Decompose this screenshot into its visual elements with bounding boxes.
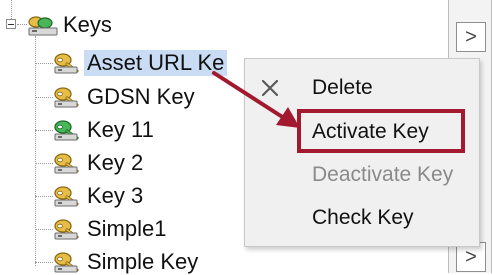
tree-connector (11, 0, 12, 19)
menu-item-label: Check Key (312, 206, 414, 229)
menu-item-activate-key[interactable]: Activate Key (245, 115, 479, 149)
tree-connector (35, 36, 36, 266)
menu-item-label: Activate Key (312, 120, 429, 143)
tree-item-label: Key 2 (87, 149, 144, 175)
menu-item-check-key[interactable]: Check Key (245, 201, 479, 235)
tree-connector (35, 97, 53, 98)
tree-item-label: Simple Key (87, 248, 199, 274)
tree-item-label: Key 3 (87, 182, 144, 208)
tree-item-asset-url-key[interactable]: Asset URL Ke (54, 49, 228, 76)
key-icon (54, 86, 80, 108)
menu-item-delete[interactable]: Delete (245, 71, 479, 105)
tree-item-label: Simple1 (87, 215, 167, 241)
key-icon (54, 52, 80, 74)
tree-connector (17, 24, 27, 25)
key-icon (54, 185, 80, 207)
collapse-toggle[interactable] (6, 19, 16, 29)
tree-item-key-3[interactable]: Key 3 (54, 182, 146, 209)
tree-item-gdsn-key[interactable]: GDSN Key (54, 83, 198, 110)
chevron-right-icon: > (465, 246, 477, 268)
tree-connector (35, 229, 53, 230)
tree-item-simple-key[interactable]: Simple Key (54, 248, 201, 275)
active-key-icon (54, 119, 80, 141)
tree-item-key-2[interactable]: Key 2 (54, 149, 146, 176)
context-menu: Delete Activate Key Deactivate Key Check… (244, 58, 480, 247)
keys-folder-icon (28, 14, 58, 36)
menu-item-label: Delete (312, 76, 373, 99)
tree-connector (35, 196, 53, 197)
tree-connector (35, 130, 53, 131)
tree-connector (35, 63, 53, 64)
tree-item-label: GDSN Key (87, 83, 195, 109)
tree-node-keys[interactable]: Keys (28, 11, 115, 38)
key-icon (54, 152, 80, 174)
menu-item-deactivate-key: Deactivate Key (245, 158, 479, 192)
scroll-right-button-top[interactable]: > (456, 22, 486, 52)
close-icon (261, 79, 279, 97)
tree-item-simple1[interactable]: Simple1 (54, 215, 169, 242)
key-icon (54, 251, 80, 273)
tree-connector (35, 262, 53, 263)
tree-item-key-11[interactable]: Key 11 (54, 116, 157, 143)
key-icon (54, 218, 80, 240)
tree-item-label: Asset URL Ke (84, 49, 228, 76)
tree-connector (35, 163, 53, 164)
tree-node-label: Keys (63, 11, 112, 37)
menu-item-label: Deactivate Key (312, 163, 454, 186)
chevron-right-icon: > (465, 26, 477, 48)
tree-item-label: Key 11 (87, 116, 154, 142)
